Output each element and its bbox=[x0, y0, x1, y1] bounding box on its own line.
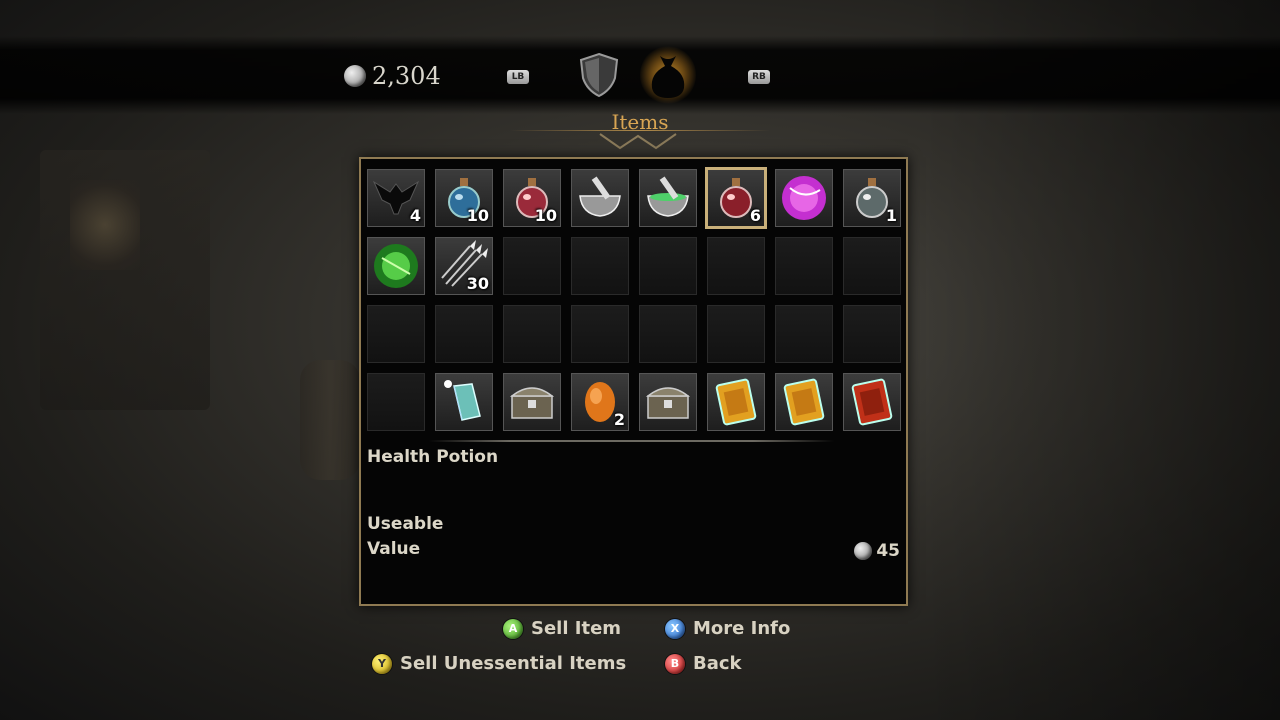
empty-inventory-slot[interactable] bbox=[707, 237, 765, 295]
chest-icon bbox=[645, 387, 691, 419]
tab-equipment[interactable] bbox=[578, 52, 620, 98]
inventory-panel: 4 10 10 6 1 30 2 Health Potion Useable Value 4… bbox=[359, 157, 908, 606]
empty-inventory-slot[interactable] bbox=[707, 305, 765, 363]
chevron-down-icon bbox=[599, 133, 677, 150]
inventory-slot[interactable]: 4 bbox=[367, 169, 425, 227]
item-quantity: 4 bbox=[409, 206, 421, 225]
b-button-icon: B bbox=[665, 653, 685, 674]
empty-inventory-slot[interactable] bbox=[639, 305, 697, 363]
empty-inventory-slot[interactable] bbox=[503, 237, 561, 295]
tab-items[interactable] bbox=[640, 46, 696, 104]
right-bumper-hint[interactable]: RB bbox=[748, 70, 770, 84]
shield-icon bbox=[579, 52, 619, 98]
sell-unessential-label: Sell Unessential Items bbox=[400, 653, 627, 674]
inventory-slot[interactable]: 10 bbox=[435, 169, 493, 227]
details-divider bbox=[429, 440, 834, 442]
empty-inventory-slot[interactable] bbox=[367, 305, 425, 363]
title-divider bbox=[510, 130, 770, 131]
empty-inventory-slot[interactable] bbox=[775, 305, 833, 363]
inventory-slot[interactable] bbox=[503, 373, 561, 431]
inventory-slot[interactable]: 1 bbox=[843, 169, 901, 227]
sell-item-label: Sell Item bbox=[531, 618, 622, 639]
item-value: 45 bbox=[854, 541, 900, 561]
empty-inventory-slot[interactable] bbox=[843, 305, 901, 363]
a-button-icon: A bbox=[503, 618, 523, 639]
item-type: Useable bbox=[367, 514, 444, 534]
gold-card-icon bbox=[715, 378, 757, 426]
inventory-slot[interactable] bbox=[707, 373, 765, 431]
mortar-pestle-icon bbox=[579, 176, 621, 217]
item-quantity: 10 bbox=[466, 206, 489, 225]
more-info-prompt[interactable]: X More Info bbox=[665, 618, 790, 639]
coin-icon bbox=[854, 542, 873, 560]
green-gem-icon bbox=[374, 244, 418, 288]
item-name: Health Potion bbox=[367, 447, 499, 467]
background-barrel bbox=[300, 360, 360, 480]
x-button-icon: X bbox=[665, 618, 685, 639]
coin-icon bbox=[344, 65, 366, 87]
gold-amount: 2,304 bbox=[372, 62, 441, 90]
item-quantity: 2 bbox=[613, 410, 625, 429]
purple-orb-icon bbox=[782, 176, 826, 220]
empty-inventory-slot[interactable] bbox=[843, 237, 901, 295]
item-quantity: 30 bbox=[466, 274, 489, 293]
empty-inventory-slot[interactable] bbox=[571, 237, 629, 295]
inventory-slot[interactable] bbox=[639, 373, 697, 431]
inventory-slot[interactable] bbox=[435, 373, 493, 431]
chest-icon bbox=[509, 387, 555, 419]
empty-inventory-slot[interactable] bbox=[435, 305, 493, 363]
sell-item-prompt[interactable]: A Sell Item bbox=[503, 618, 621, 639]
inventory-slot[interactable] bbox=[843, 373, 901, 431]
left-bumper-hint[interactable]: LB bbox=[507, 70, 529, 84]
inventory-slot[interactable] bbox=[639, 169, 697, 227]
inventory-slot[interactable] bbox=[775, 169, 833, 227]
sell-unessential-prompt[interactable]: Y Sell Unessential Items bbox=[372, 653, 626, 674]
back-label: Back bbox=[693, 653, 742, 674]
empty-inventory-slot[interactable] bbox=[639, 237, 697, 295]
item-value-amount: 45 bbox=[876, 541, 900, 561]
inventory-slot[interactable]: 10 bbox=[503, 169, 561, 227]
inventory-slot[interactable]: 2 bbox=[571, 373, 629, 431]
item-quantity: 1 bbox=[885, 206, 897, 225]
inventory-slot[interactable]: 30 bbox=[435, 237, 493, 295]
coin-bag-icon bbox=[651, 56, 685, 98]
inventory-slot[interactable] bbox=[775, 373, 833, 431]
empty-inventory-slot[interactable] bbox=[367, 373, 425, 431]
gold-counter: 2,304 bbox=[344, 62, 441, 90]
item-quantity: 10 bbox=[534, 206, 557, 225]
gold-card-icon bbox=[783, 378, 825, 426]
item-value-label: Value bbox=[367, 539, 421, 559]
y-button-icon: Y bbox=[372, 653, 392, 674]
item-quantity: 6 bbox=[749, 206, 761, 225]
inventory-grid: 4 10 10 6 1 30 2 bbox=[367, 167, 901, 431]
empty-inventory-slot[interactable] bbox=[503, 305, 561, 363]
back-prompt[interactable]: B Back bbox=[665, 653, 742, 674]
background-lantern bbox=[70, 180, 140, 270]
more-info-label: More Info bbox=[693, 618, 791, 639]
empty-inventory-slot[interactable] bbox=[571, 305, 629, 363]
red-card-icon bbox=[851, 378, 893, 426]
green-mortar-icon bbox=[647, 176, 689, 217]
empty-inventory-slot[interactable] bbox=[775, 237, 833, 295]
inventory-slot[interactable]: 6 bbox=[705, 167, 767, 229]
inventory-slot[interactable] bbox=[367, 237, 425, 295]
inventory-slot[interactable] bbox=[571, 169, 629, 227]
crystal-icon bbox=[444, 380, 481, 421]
